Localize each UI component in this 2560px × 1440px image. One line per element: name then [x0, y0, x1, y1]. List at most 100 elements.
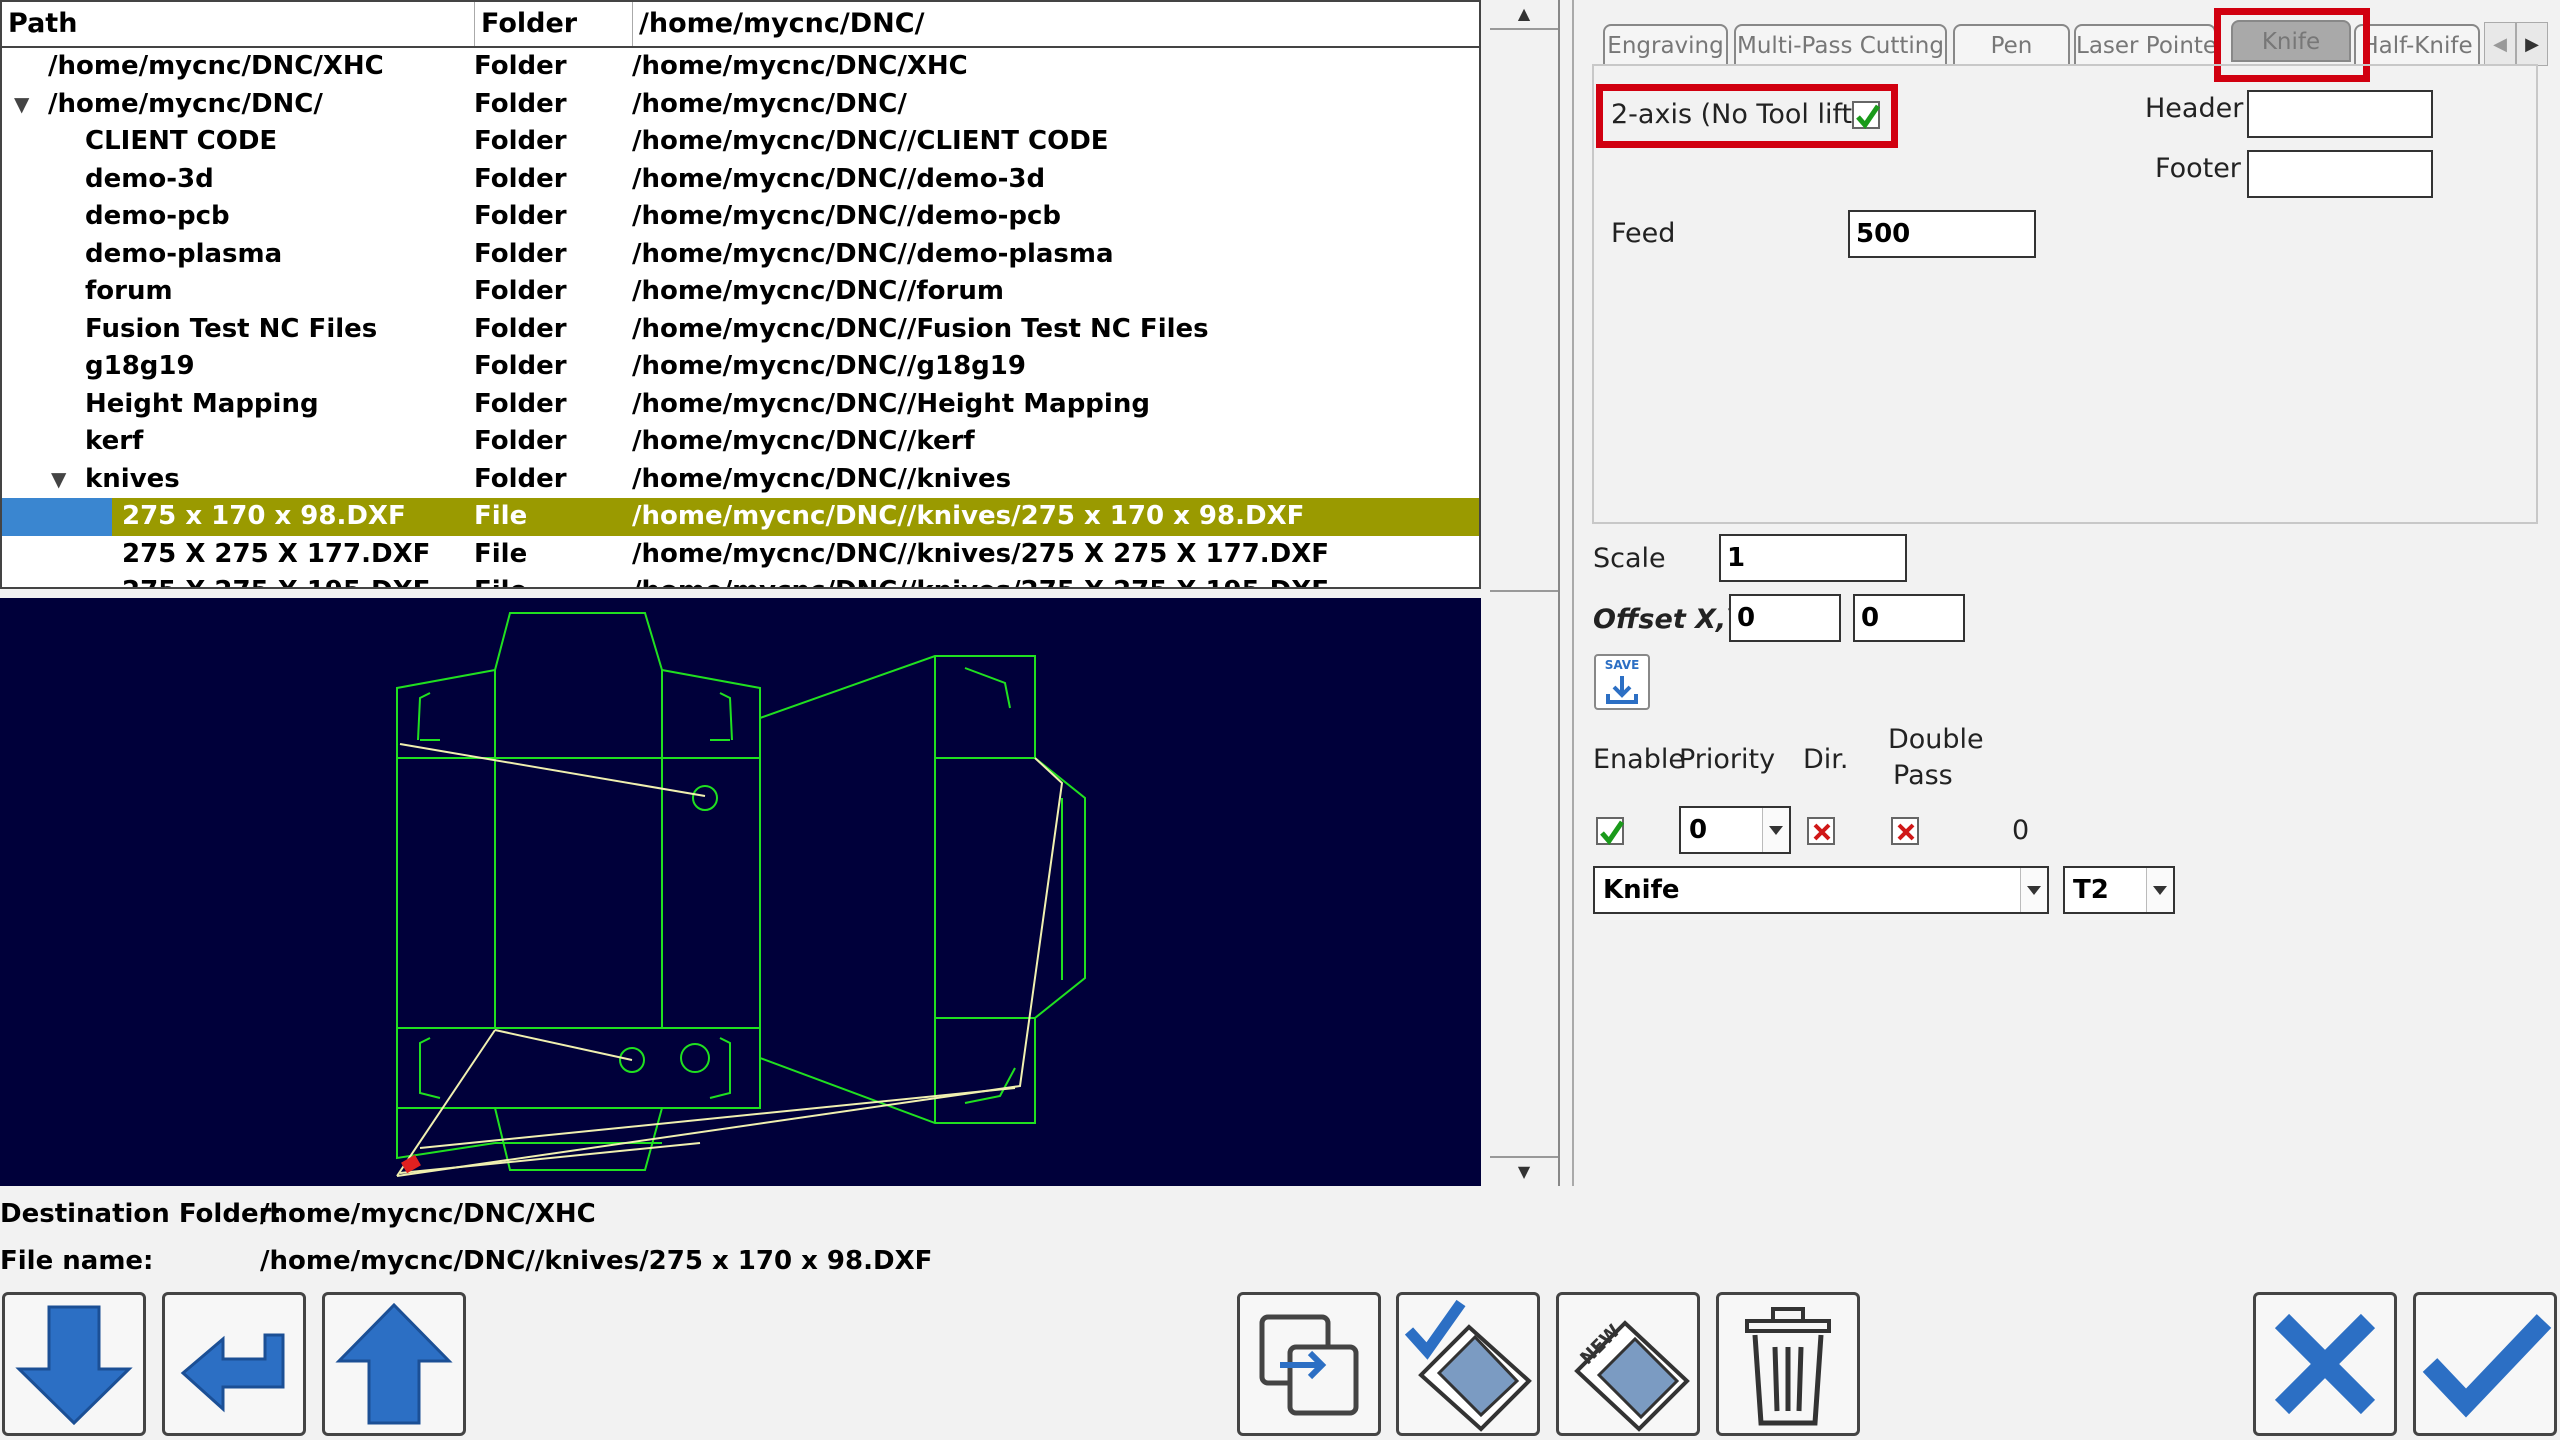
toolpath-preview[interactable] [0, 598, 1481, 1186]
row-type: File [474, 573, 527, 587]
tab-scroll-left-icon[interactable]: ◀ [2484, 22, 2516, 66]
enter-folder-button[interactable] [162, 1292, 306, 1436]
tab-laser-pointer[interactable]: Laser Pointer [2074, 24, 2216, 66]
header-input[interactable] [2247, 90, 2433, 138]
file-table[interactable]: Path Folder /home/mycnc/DNC/ /home/mycnc… [0, 0, 1481, 589]
row-full-path: /home/mycnc/DNC//knives/275 x 170 x 98.D… [632, 501, 1305, 531]
ok-button[interactable] [2413, 1292, 2557, 1436]
chevron-down-icon [2146, 868, 2173, 912]
row-name: demo-3d [85, 163, 214, 194]
checkmark-icon [2422, 1314, 2552, 1418]
trash-icon [1745, 1307, 1831, 1426]
row-full-path: /home/mycnc/DNC//g18g19 [632, 351, 1026, 381]
expander-chevron-down-icon[interactable]: ▼ [14, 86, 29, 124]
delete-button[interactable] [1716, 1292, 1860, 1436]
copy-button[interactable] [1237, 1292, 1381, 1436]
priority-select[interactable]: 0 [1679, 806, 1791, 854]
row-type: Folder [474, 163, 567, 194]
move-down-button[interactable] [2, 1292, 146, 1436]
row-type: Folder [474, 426, 567, 456]
column-header-type[interactable]: Folder [474, 2, 632, 46]
save-button[interactable]: SAVE [1594, 654, 1650, 710]
scroll-divider [1490, 590, 1558, 592]
table-row[interactable]: ▼ knives Folder/home/mycnc/DNC//knives [2, 461, 1479, 499]
row-full-path: /home/mycnc/DNC//demo-plasma [632, 238, 1114, 269]
copy-icon [1259, 1314, 1359, 1416]
table-row[interactable]: demo-3d Folder/home/mycnc/DNC//demo-3d [2, 161, 1479, 199]
table-row[interactable]: demo-plasma Folder/home/mycnc/DNC//demo-p… [2, 236, 1479, 274]
row-name: knives [85, 463, 180, 494]
table-row[interactable]: g18g19 Folder/home/mycnc/DNC//g18g19 [2, 348, 1479, 386]
table-row[interactable]: demo-pcb Folder/home/mycnc/DNC//demo-pcb [2, 198, 1479, 236]
preview-drawing [396, 612, 1086, 1177]
row-full-path: /home/mycnc/DNC//knives [632, 463, 1012, 494]
dir-checkbox[interactable] [1807, 817, 1835, 845]
file-name-label: File name: [0, 1246, 154, 1276]
table-row[interactable]: 275 X 275 X 195.DXF File/home/mycnc/DNC//… [2, 573, 1479, 587]
table-row[interactable]: /home/mycnc/DNC/XHC Folder/home/mycnc/DNC… [2, 48, 1479, 86]
checkmark-icon [1600, 820, 1625, 846]
tool-select[interactable]: Knife [1593, 866, 2049, 914]
row-name: forum [85, 276, 173, 306]
priority-column-label: Priority [1679, 744, 1776, 775]
new-file-button[interactable]: NEW [1556, 1292, 1700, 1436]
row-name: 275 x 170 x 98.DXF [122, 501, 406, 531]
row-type: Folder [474, 351, 567, 381]
tab-pen[interactable]: Pen [1953, 24, 2070, 66]
row-name: CLIENT CODE [85, 126, 278, 156]
scale-input[interactable]: 1 [1719, 534, 1907, 582]
two-axis-label: 2-axis (No Tool lift) [1611, 99, 1863, 130]
row-full-path: /home/mycnc/DNC/XHC [632, 51, 968, 81]
row-type: Folder [474, 51, 567, 81]
cancel-button[interactable] [2253, 1292, 2397, 1436]
table-row[interactable]: forum Folder/home/mycnc/DNC//forum [2, 273, 1479, 311]
table-row[interactable]: Fusion Test NC Files Folder/home/mycnc/DN… [2, 311, 1479, 349]
table-row[interactable]: 275 x 170 x 98.DXF File/home/mycnc/DNC//k… [2, 498, 1479, 536]
expander-chevron-down-icon[interactable]: ▼ [51, 461, 66, 499]
feed-input[interactable]: 500 [1848, 210, 2036, 258]
enable-column-label: Enable [1593, 744, 1685, 775]
offset-y-input[interactable]: 0 [1853, 594, 1965, 642]
tab-multi-pass-cutting[interactable]: Multi-Pass Cutting [1734, 24, 1947, 66]
offset-x-input[interactable]: 0 [1729, 594, 1841, 642]
row-name: kerf [85, 426, 144, 456]
scroll-up-arrow-icon[interactable]: ▲ [1490, 0, 1558, 28]
destination-folder-label: Destination Folder: [0, 1199, 282, 1229]
table-row[interactable]: 275 X 275 X 177.DXF File/home/mycnc/DNC//… [2, 536, 1479, 574]
row-type: File [474, 501, 528, 531]
table-row[interactable]: Height Mapping Folder/home/mycnc/DNC//Hei… [2, 386, 1479, 424]
tool-number-value: T2 [2073, 875, 2109, 905]
footer-label: Footer [2155, 153, 2241, 184]
priority-value: 0 [1689, 815, 1708, 845]
table-row[interactable]: CLIENT CODE Folder/home/mycnc/DNC//CLIENT… [2, 123, 1479, 161]
vertical-scrollbar[interactable]: ▲ ▼ [1490, 0, 1560, 1186]
footer-input[interactable] [2247, 150, 2433, 198]
row-full-path: /home/mycnc/DNC//forum [632, 276, 1004, 306]
table-row[interactable]: kerf Folder/home/mycnc/DNC//kerf [2, 423, 1479, 461]
double-pass-checkbox[interactable] [1891, 817, 1919, 845]
row-full-path: /home/mycnc/DNC//knives/275 X 275 X 195.… [632, 573, 1329, 587]
table-row[interactable]: ▼ /home/mycnc/DNC/Folder/home/mycnc/DNC/ [2, 86, 1479, 124]
up-arrow-icon [335, 1302, 453, 1425]
scroll-down-arrow-icon[interactable]: ▼ [1490, 1158, 1558, 1186]
row-name: demo-plasma [85, 238, 283, 269]
dir-column-label: Dir. [1803, 744, 1849, 775]
tab-engraving[interactable]: Engraving [1603, 24, 1728, 66]
cross-icon [1813, 823, 1831, 841]
save-download-icon [1606, 676, 1638, 704]
tool-number-select[interactable]: T2 [2063, 866, 2175, 914]
column-header-full-path[interactable]: /home/mycnc/DNC/ [632, 2, 1479, 46]
row-name: /home/mycnc/DNC/XHC [48, 51, 384, 81]
column-header-path[interactable]: Path [2, 2, 474, 46]
row-name: 275 X 275 X 177.DXF [122, 538, 431, 569]
tab-scroll-right-icon[interactable]: ▶ [2516, 22, 2548, 66]
enable-checkbox[interactable] [1596, 817, 1625, 846]
two-axis-checkbox[interactable] [1852, 101, 1881, 130]
row-type: Folder [474, 313, 567, 344]
move-up-button[interactable] [322, 1292, 466, 1436]
row-type: File [474, 538, 528, 569]
tab-half-knife[interactable]: Half-Knife [2354, 24, 2480, 66]
chevron-down-icon [1762, 808, 1789, 852]
rename-button[interactable] [1396, 1292, 1540, 1436]
row-full-path: /home/mycnc/DNC//Fusion Test NC Files [632, 313, 1209, 344]
